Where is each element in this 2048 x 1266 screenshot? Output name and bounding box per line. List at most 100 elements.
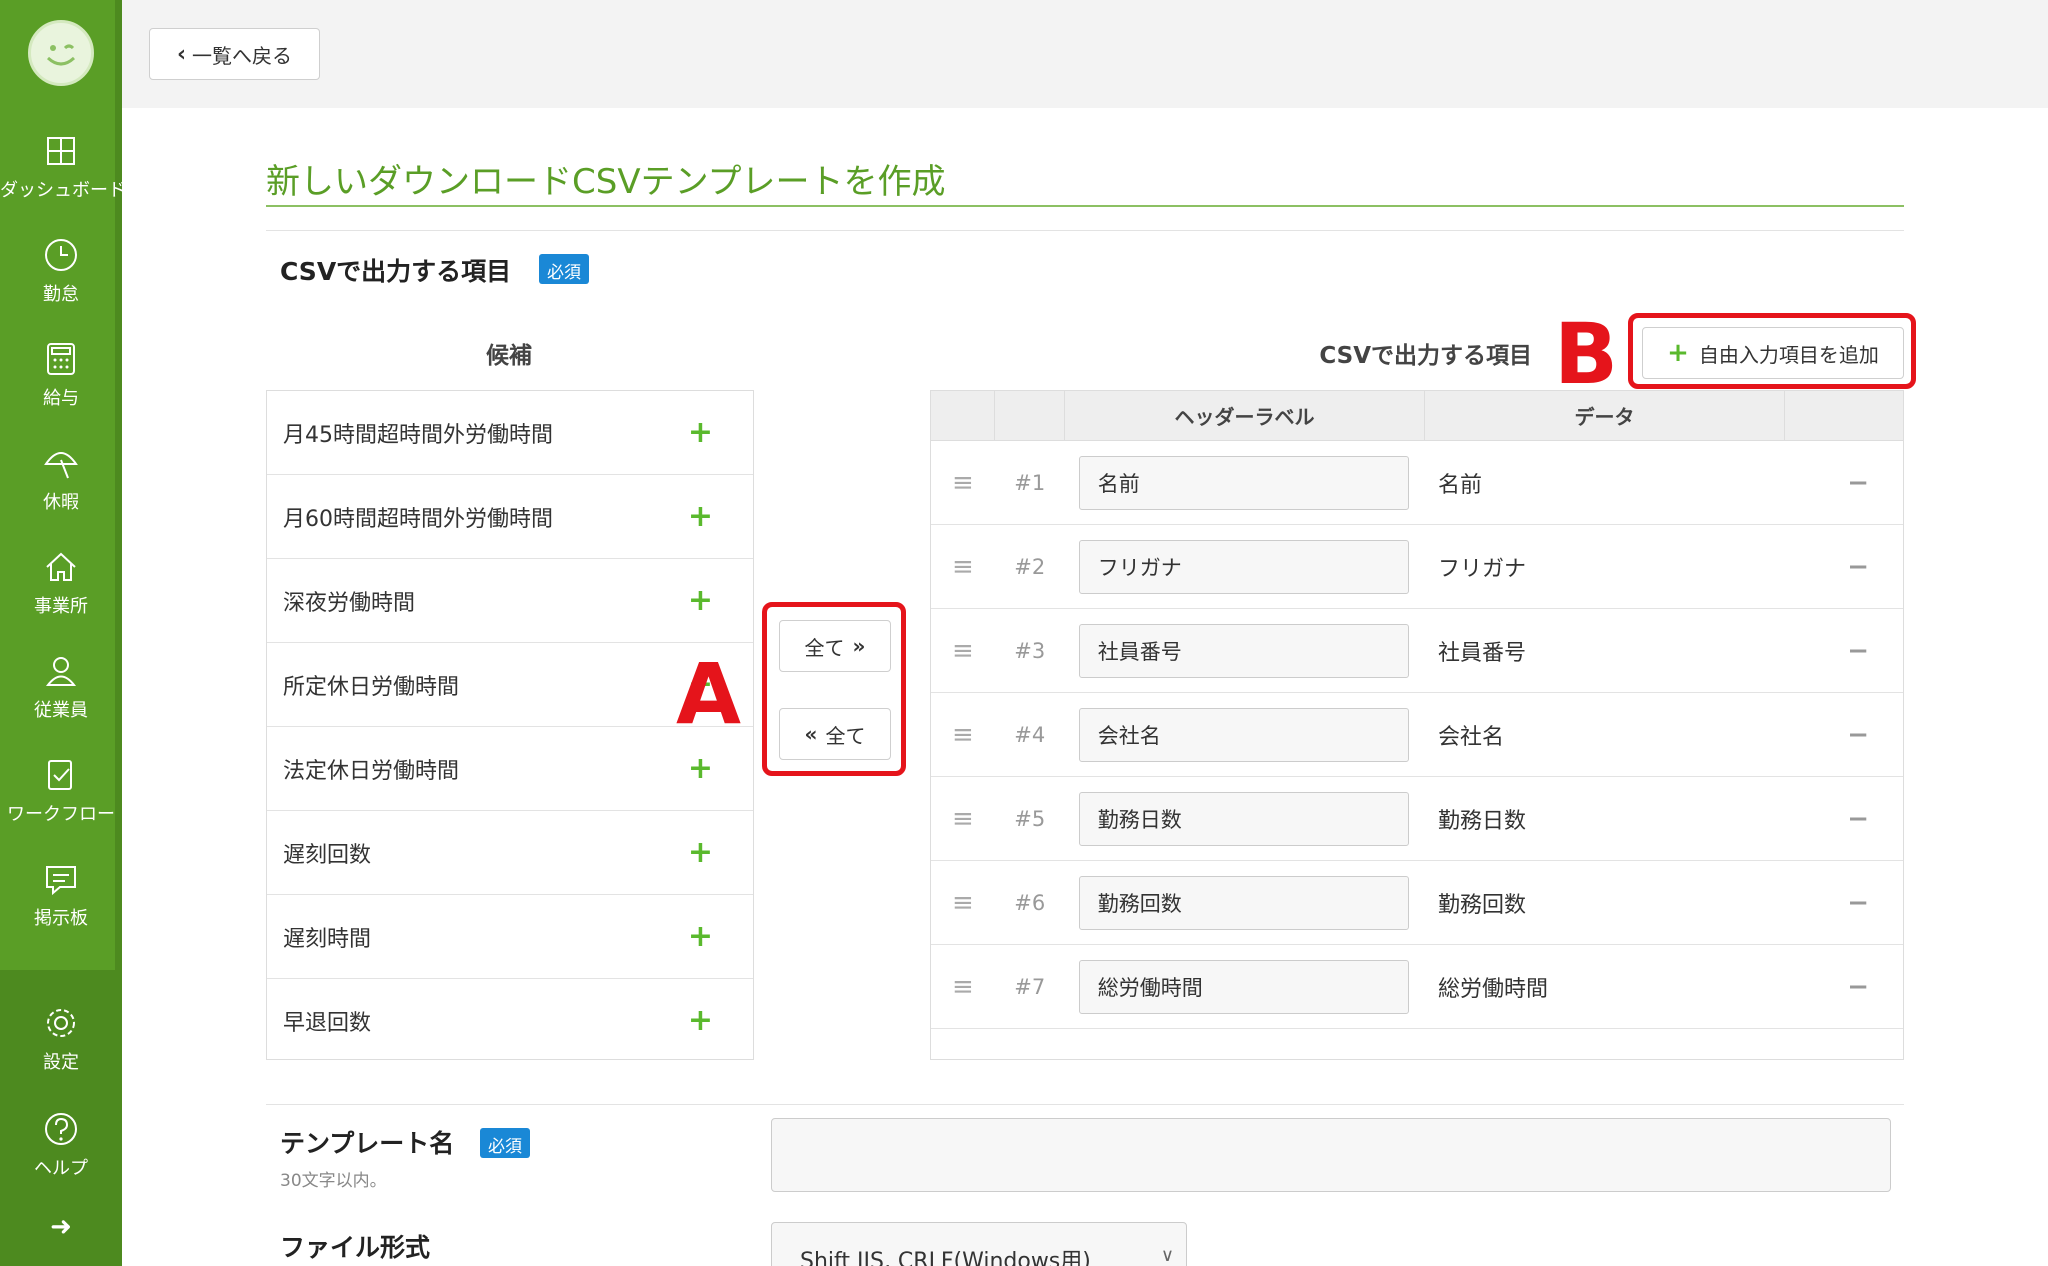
header-data-col: データ: [1425, 391, 1785, 440]
header-label-input[interactable]: [1078, 791, 1409, 846]
section-divider: [266, 230, 1904, 231]
plus-icon[interactable]: +: [688, 1003, 713, 1038]
row-data: 勤務日数: [1437, 808, 1526, 834]
minus-icon[interactable]: −: [1813, 468, 1903, 498]
sidebar-item-settings[interactable]: 設定: [0, 1004, 122, 1074]
help-icon: [45, 1113, 77, 1145]
candidate-label: 早退回数: [283, 1010, 372, 1036]
plus-icon[interactable]: +: [688, 415, 713, 450]
drag-handle-icon[interactable]: ≡: [931, 720, 995, 750]
plus-icon[interactable]: +: [688, 919, 713, 954]
csv-section-label: CSVで出力する項目: [280, 257, 512, 286]
candidate-label: 深夜労働時間: [283, 590, 416, 616]
section-divider: [266, 1104, 1904, 1105]
list-item[interactable]: 深夜労働時間 +: [267, 559, 753, 643]
row-number: #2: [1014, 554, 1046, 579]
minus-icon[interactable]: −: [1813, 636, 1903, 666]
header-remove-col: [1785, 391, 1903, 440]
drag-handle-icon[interactable]: ≡: [931, 804, 995, 834]
minus-icon[interactable]: −: [1813, 888, 1903, 918]
template-name-hint: 30文字以内。: [280, 1171, 387, 1191]
header-label-input[interactable]: [1078, 959, 1409, 1014]
candidate-label: 法定休日労働時間: [283, 758, 460, 784]
title-underline: [266, 205, 1904, 207]
candidate-label: 所定休日労働時間: [283, 674, 460, 700]
back-to-list-button[interactable]: ‹ 一覧へ戻る: [149, 28, 320, 80]
minus-icon[interactable]: −: [1813, 804, 1903, 834]
checklist-icon: [48, 760, 72, 790]
header-num-col: [995, 391, 1065, 440]
person-icon: [45, 657, 77, 686]
parasol-icon: [44, 452, 78, 479]
file-format-label: ファイル形式: [280, 1233, 431, 1262]
expand-arrow-icon[interactable]: ➜: [0, 1212, 122, 1242]
sidebar-item-label: 設定: [43, 1052, 79, 1073]
row-data: フリガナ: [1437, 556, 1526, 582]
minus-icon[interactable]: −: [1813, 972, 1903, 1002]
page-title: 新しいダウンロードCSVテンプレートを作成: [266, 162, 946, 202]
add-free-item-label: 自由入力項目を追加: [1698, 342, 1879, 367]
row-number: #1: [1014, 470, 1046, 495]
sidebar-item-label: 事業所: [34, 596, 88, 617]
smile-logo-icon[interactable]: [28, 20, 94, 86]
calculator-icon: [47, 343, 75, 375]
file-format-select[interactable]: Shift JIS, CRLF(Windows用) ∨: [771, 1222, 1187, 1266]
sidebar-item-attendance[interactable]: 勤怠: [0, 236, 122, 306]
sidebar-item-workflow[interactable]: ワークフロー: [0, 756, 122, 826]
drag-handle-icon[interactable]: ≡: [931, 888, 995, 918]
back-button-label: 一覧へ戻る: [192, 43, 293, 68]
plus-icon[interactable]: +: [688, 583, 713, 618]
drag-handle-icon[interactable]: ≡: [931, 972, 995, 1002]
sidebar-item-employees[interactable]: 従業員: [0, 652, 122, 722]
minus-icon[interactable]: −: [1813, 552, 1903, 582]
table-row: ≡ #4 会社名 −: [931, 693, 1903, 777]
header-label-input[interactable]: [1078, 455, 1409, 510]
add-free-item-button[interactable]: + 自由入力項目を追加: [1642, 327, 1904, 379]
table-row: ≡ #7 総労働時間 −: [931, 945, 1903, 1029]
sidebar-item-payroll[interactable]: 給与: [0, 340, 122, 410]
required-badge: 必須: [539, 254, 589, 284]
header-label-input[interactable]: [1078, 875, 1409, 930]
header-label-col: ヘッダーラベル: [1065, 391, 1425, 440]
sidebar-item-label: ダッシュボード: [0, 180, 126, 201]
drag-handle-icon[interactable]: ≡: [931, 636, 995, 666]
candidate-label: 遅刻回数: [283, 842, 372, 868]
row-number: #4: [1014, 722, 1046, 747]
list-item[interactable]: 遅刻時間 +: [267, 895, 753, 979]
sidebar-item-dashboard[interactable]: ダッシュボード: [0, 132, 126, 202]
annotation-label-a: A: [676, 645, 742, 743]
row-number: #3: [1014, 638, 1046, 663]
sidebar-item-office[interactable]: 事業所: [0, 548, 122, 618]
annotation-label-b: B: [1554, 305, 1619, 403]
header-label-input[interactable]: [1078, 623, 1409, 678]
list-item[interactable]: 月60時間超時間外労働時間 +: [267, 475, 753, 559]
header-label-input[interactable]: [1078, 707, 1409, 762]
sidebar-item-label: ヘルプ: [34, 1158, 88, 1179]
row-data: 名前: [1437, 472, 1482, 498]
home-icon: [46, 552, 76, 581]
sidebar-item-help[interactable]: ヘルプ: [0, 1110, 122, 1180]
chevron-down-icon: ∨: [1160, 1245, 1174, 1266]
plus-icon: +: [1667, 338, 1689, 368]
drag-handle-icon[interactable]: ≡: [931, 552, 995, 582]
sidebar-item-board[interactable]: 掲示板: [0, 860, 122, 930]
message-icon: [46, 866, 76, 896]
template-name-label: テンプレート名: [280, 1129, 455, 1158]
header-label-input[interactable]: [1078, 539, 1409, 594]
list-item[interactable]: 早退回数 +: [267, 979, 753, 1059]
plus-icon[interactable]: +: [688, 835, 713, 870]
drag-handle-icon[interactable]: ≡: [931, 468, 995, 498]
template-name-input[interactable]: [771, 1118, 1891, 1192]
gear-icon: [47, 1009, 75, 1037]
plus-icon[interactable]: +: [688, 499, 713, 534]
list-item[interactable]: 遅刻回数 +: [267, 811, 753, 895]
table-row: ≡ #1 名前 −: [931, 441, 1903, 525]
plus-icon[interactable]: +: [688, 751, 713, 786]
minus-icon[interactable]: −: [1813, 720, 1903, 750]
table-row: ≡ #6 勤務回数 −: [931, 861, 1903, 945]
sidebar-item-leave[interactable]: 休暇: [0, 444, 122, 514]
file-format-selected: Shift JIS, CRLF(Windows用): [800, 1249, 1091, 1266]
topbar: [122, 0, 2048, 108]
list-item[interactable]: 月45時間超時間外労働時間 +: [267, 391, 753, 475]
candidate-label: 月60時間超時間外労働時間: [283, 506, 553, 532]
